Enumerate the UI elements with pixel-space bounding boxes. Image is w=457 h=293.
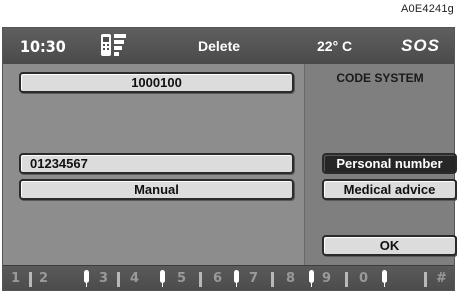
code-system-pane: CODE SYSTEM Personal number Medical advi…: [304, 64, 457, 265]
key-separator: [424, 272, 427, 287]
microphone-icon: [309, 270, 314, 287]
key-separator: [117, 272, 120, 287]
microphone-icon: [382, 270, 387, 287]
phone-signal-icon: [101, 34, 126, 56]
key-2[interactable]: 2: [39, 271, 48, 286]
reference-code: A0E4241g: [401, 3, 454, 15]
microphone-icon: [234, 270, 239, 287]
clock: 10:30: [20, 37, 66, 56]
display-screen: 10:30 Delete 22° C SOS 1000100 01234567 …: [2, 27, 457, 291]
temperature: 22° C: [317, 38, 353, 54]
ok-button[interactable]: OK: [322, 235, 457, 256]
key-5[interactable]: 5: [177, 271, 186, 286]
code-value-field[interactable]: 1000100: [19, 72, 294, 93]
key-4[interactable]: 4: [130, 271, 139, 286]
key-0[interactable]: 0: [359, 271, 368, 286]
microphone-icon: [84, 270, 89, 287]
code-system-label: CODE SYSTEM: [336, 71, 424, 85]
screen-title: Delete: [198, 38, 241, 54]
sos-button[interactable]: SOS: [401, 36, 440, 56]
left-pane: 1000100 01234567 Manual: [3, 64, 304, 265]
key-7[interactable]: 7: [249, 271, 258, 286]
key-hash[interactable]: #: [436, 271, 447, 286]
keypad-strip: 1 2 3 4 5 6 7 8 9 0 #: [3, 265, 454, 290]
key-separator: [345, 272, 348, 287]
key-3[interactable]: 3: [99, 271, 108, 286]
medical-advice-button[interactable]: Medical advice: [322, 179, 457, 200]
key-9[interactable]: 9: [322, 271, 331, 286]
key-1[interactable]: 1: [11, 271, 20, 286]
manual-button[interactable]: Manual: [19, 179, 294, 200]
microphone-icon: [160, 270, 165, 287]
key-6[interactable]: 6: [213, 271, 222, 286]
key-separator: [199, 272, 202, 287]
status-bar: 10:30 Delete 22° C SOS: [3, 28, 454, 64]
key-separator: [271, 272, 274, 287]
key-separator: [29, 272, 32, 287]
number-input-field[interactable]: 01234567: [19, 153, 294, 174]
key-8[interactable]: 8: [286, 271, 295, 286]
personal-number-button[interactable]: Personal number: [322, 153, 457, 174]
